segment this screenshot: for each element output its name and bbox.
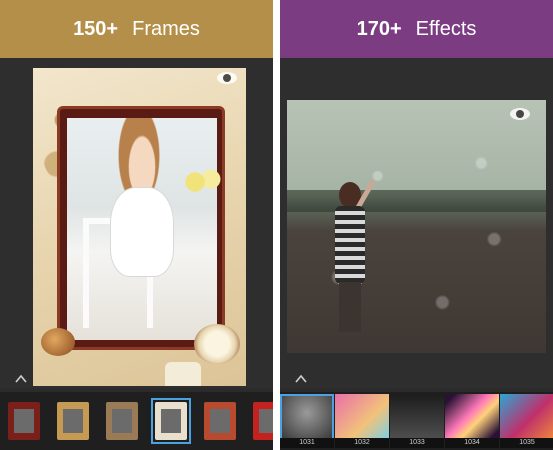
- frame-thumbnail[interactable]: [249, 398, 273, 444]
- frame-thumbnail-opening: [14, 409, 34, 433]
- effect-thumbnail[interactable]: 1034: [445, 394, 499, 448]
- eye-icon[interactable]: [510, 108, 530, 120]
- yellow-flowers: [183, 168, 223, 196]
- child-dress: [111, 188, 173, 276]
- effect-thumbnail-image: [390, 394, 444, 440]
- frames-panel: 150+ Frames: [0, 0, 273, 450]
- frame-thumbnail-opening: [161, 409, 181, 433]
- eye-icon[interactable]: [217, 72, 237, 84]
- effect-thumbnail-image: [335, 394, 389, 440]
- chevron-up-icon[interactable]: [14, 372, 28, 386]
- frame-thumbnail-opening: [112, 409, 132, 433]
- candle-ornament: [165, 362, 201, 386]
- effect-thumbnail-label: 1033: [390, 438, 444, 448]
- cream-rose: [194, 324, 240, 364]
- frame-thumbnail-opening: [63, 409, 83, 433]
- frame-thumbnail[interactable]: [151, 398, 191, 444]
- effects-panel: 170+ Effects 1031 1032 1033 1034 1035: [280, 0, 553, 450]
- frames-banner: 150+ Frames: [0, 0, 273, 58]
- frame-preview-area: [0, 58, 273, 388]
- rain-effect-photo-preview[interactable]: [287, 100, 546, 353]
- striped-sweater: [335, 206, 365, 284]
- effect-thumbnail-image: [500, 394, 553, 440]
- frame-thumbnail[interactable]: [200, 398, 240, 444]
- effect-thumbnail-strip[interactable]: 1031 1032 1033 1034 1035: [280, 392, 553, 450]
- effect-thumbnail-label: 1034: [445, 438, 499, 448]
- chevron-up-icon[interactable]: [294, 372, 308, 386]
- effect-preview-area: [280, 58, 553, 388]
- girl-figure: [333, 179, 376, 332]
- frame-thumbnail[interactable]: [53, 398, 93, 444]
- tree-line: [287, 190, 546, 212]
- frame-thumbnail[interactable]: [4, 398, 44, 444]
- frame-thumbnail-strip[interactable]: [0, 392, 273, 450]
- girl-legs: [339, 282, 361, 332]
- effect-thumbnail[interactable]: 1031: [280, 394, 334, 448]
- frame-thumbnail-opening: [259, 409, 273, 433]
- effects-label: Effects: [415, 17, 477, 40]
- effect-thumbnail[interactable]: 1032: [335, 394, 389, 448]
- effect-thumbnail-image: [445, 394, 499, 440]
- frame-thumbnail-opening: [210, 409, 230, 433]
- effect-thumbnail-label: 1031: [280, 438, 334, 448]
- effect-thumbnail-label: 1035: [500, 438, 553, 448]
- effects-count: 170+: [356, 17, 402, 40]
- effects-banner: 170+ Effects: [280, 0, 553, 58]
- effect-thumbnail[interactable]: 1035: [500, 394, 553, 448]
- frames-label: Frames: [132, 17, 200, 40]
- frames-count: 150+: [73, 17, 119, 40]
- effect-thumbnail-label: 1032: [335, 438, 389, 448]
- bird-ornament: [41, 328, 75, 356]
- framed-photo-preview[interactable]: [33, 68, 246, 386]
- effect-thumbnail[interactable]: 1033: [390, 394, 444, 448]
- frame-thumbnail[interactable]: [102, 398, 142, 444]
- effect-thumbnail-image: [280, 394, 334, 440]
